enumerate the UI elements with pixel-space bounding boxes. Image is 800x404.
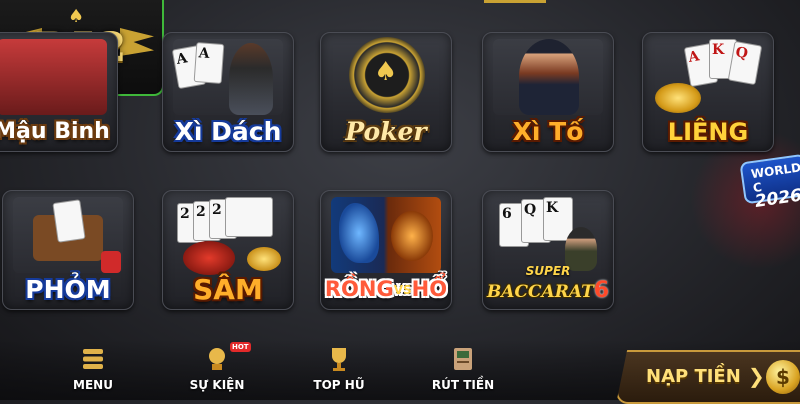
jackpot-trophy-icon <box>324 344 354 374</box>
top-tab-indicator <box>484 0 546 3</box>
game-tile-poker[interactable]: ♠ Poker <box>320 32 452 152</box>
playing-card: Q <box>727 40 763 86</box>
baccarat-art: 6 Q K <box>493 197 603 273</box>
game-label-poker: Poker <box>345 117 427 146</box>
game-tile-xi-to[interactable]: Xì Tố <box>482 32 614 152</box>
game-tile-sam[interactable]: 2 2 2 SÂM <box>162 190 294 310</box>
rong-label: RỒNG <box>324 277 394 301</box>
nav-jackpot-label: TOP HŨ <box>313 378 365 392</box>
game-tile-xi-dach[interactable]: A A Xì Dách <box>162 32 294 152</box>
hot-badge: HOT <box>230 342 251 352</box>
lieng-art: A K Q <box>653 39 763 115</box>
tiger-icon <box>391 211 433 261</box>
gold-coins-icon <box>247 247 281 271</box>
game-tile-phom[interactable]: PHỎM <box>2 190 134 310</box>
nav-events-label: SỰ KIỆN <box>189 378 245 392</box>
nav-jackpot-button[interactable]: TOP HŨ <box>294 340 384 400</box>
nav-menu-button[interactable]: MENU <box>48 340 138 400</box>
game-label-mau-binh: Mậu Binh <box>0 119 110 144</box>
menu-icon <box>78 344 108 374</box>
dealer-figure-icon <box>229 43 273 115</box>
xi-dach-art: A A <box>171 39 283 115</box>
baccarat-label: BACCARAT <box>486 282 594 302</box>
deposit-label: NẠP TIỀN <box>646 366 741 387</box>
coin-icon: $ <box>766 360 800 394</box>
sam-art: 2 2 2 <box>173 197 283 275</box>
vs-label: VS <box>393 283 412 297</box>
nav-menu-label: MENU <box>73 378 113 392</box>
ho-label: HỔ <box>411 277 448 301</box>
baccarat-number-label: 6 <box>593 278 610 303</box>
chevron-right-icon: ❯ <box>748 364 765 388</box>
xi-to-art <box>493 39 603 115</box>
poker-art: ♠ <box>331 37 441 115</box>
world-cup-promo-badge[interactable]: WORLD C 2026 <box>739 153 800 212</box>
super-label: SUPER <box>525 264 571 278</box>
dealer-figure-icon <box>519 39 579 115</box>
deposit-button[interactable]: NẠP TIỀN ❯ $ <box>616 350 800 404</box>
nav-withdraw-label: RÚT TIỀN <box>431 378 495 392</box>
game-tile-rong-ho[interactable]: RỒNGVSHỔ <box>320 190 452 310</box>
gold-coins-icon <box>655 83 701 113</box>
game-label-sam: SÂM <box>193 273 263 306</box>
game-label-rong-ho: RỒNGVSHỔ <box>309 274 463 305</box>
game-label-xi-dach: Xì Dách <box>174 117 282 146</box>
game-label-lieng: LIÊNG <box>667 118 749 146</box>
red-card-icon <box>101 251 121 273</box>
playing-card: A <box>193 42 225 84</box>
atm-icon <box>448 344 478 374</box>
game-tile-lieng[interactable]: A K Q LIÊNG <box>642 32 774 152</box>
nav-events-button[interactable]: HOT SỰ KIỆN <box>172 340 262 400</box>
game-label-xi-to: Xì Tố <box>512 117 584 146</box>
mau-binh-art <box>0 39 107 115</box>
playing-card <box>225 197 273 237</box>
events-trophy-icon <box>202 344 232 374</box>
spade-icon: ♠ <box>374 57 398 87</box>
nav-withdraw-button[interactable]: RÚT TIỀN <box>418 340 508 400</box>
playing-card-back <box>52 199 86 243</box>
game-tile-super-baccarat[interactable]: 6 Q K SUPER BACCARAT6 <box>482 190 614 310</box>
phom-art <box>13 197 123 273</box>
game-label-super-baccarat: SUPER BACCARAT6 <box>477 264 619 303</box>
game-label-phom: PHỎM <box>25 275 111 304</box>
dragon-icon <box>339 203 379 263</box>
red-chip-icon <box>183 241 235 275</box>
rong-ho-art <box>331 197 441 273</box>
game-tile-mau-binh[interactable]: Mậu Binh <box>0 32 118 152</box>
